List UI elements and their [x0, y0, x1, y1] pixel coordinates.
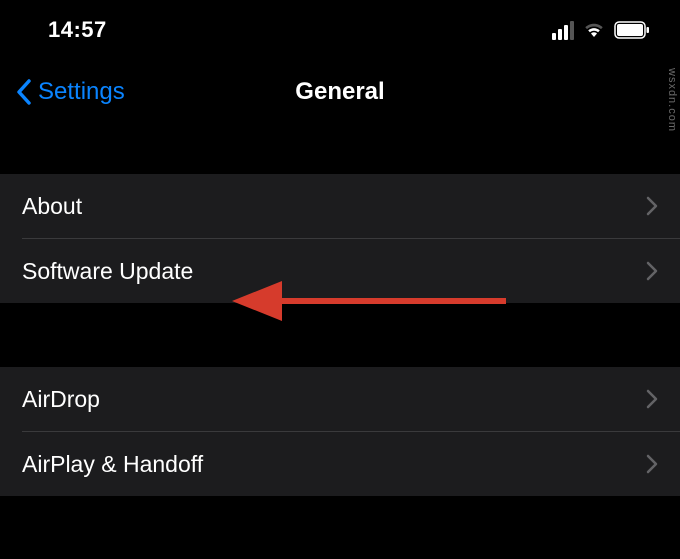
back-button[interactable]: Settings — [16, 78, 125, 106]
section-spacer — [0, 303, 680, 367]
list-group: About Software Update — [0, 174, 680, 303]
row-label: Software Update — [22, 258, 193, 285]
battery-icon — [614, 21, 650, 39]
watermark: wsxdn.com — [666, 68, 678, 132]
back-label: Settings — [38, 78, 125, 106]
page-title: General — [295, 78, 384, 106]
list-group: AirDrop AirPlay & Handoff — [0, 367, 680, 496]
status-icons — [552, 21, 650, 40]
chevron-right-icon — [646, 261, 658, 281]
status-time: 14:57 — [48, 17, 107, 43]
row-software-update[interactable]: Software Update — [0, 239, 680, 303]
row-about[interactable]: About — [0, 174, 680, 238]
status-bar: 14:57 — [0, 0, 680, 60]
chevron-right-icon — [646, 389, 658, 409]
chevron-right-icon — [646, 454, 658, 474]
chevron-left-icon — [16, 79, 32, 105]
wifi-icon — [582, 21, 606, 39]
row-airdrop[interactable]: AirDrop — [0, 367, 680, 431]
chevron-right-icon — [646, 196, 658, 216]
row-label: About — [22, 193, 82, 220]
section-spacer — [0, 124, 680, 174]
row-label: AirDrop — [22, 386, 100, 413]
row-label: AirPlay & Handoff — [22, 451, 203, 478]
row-airplay-handoff[interactable]: AirPlay & Handoff — [0, 432, 680, 496]
navigation-bar: Settings General — [0, 60, 680, 124]
cellular-signal-icon — [552, 21, 574, 40]
